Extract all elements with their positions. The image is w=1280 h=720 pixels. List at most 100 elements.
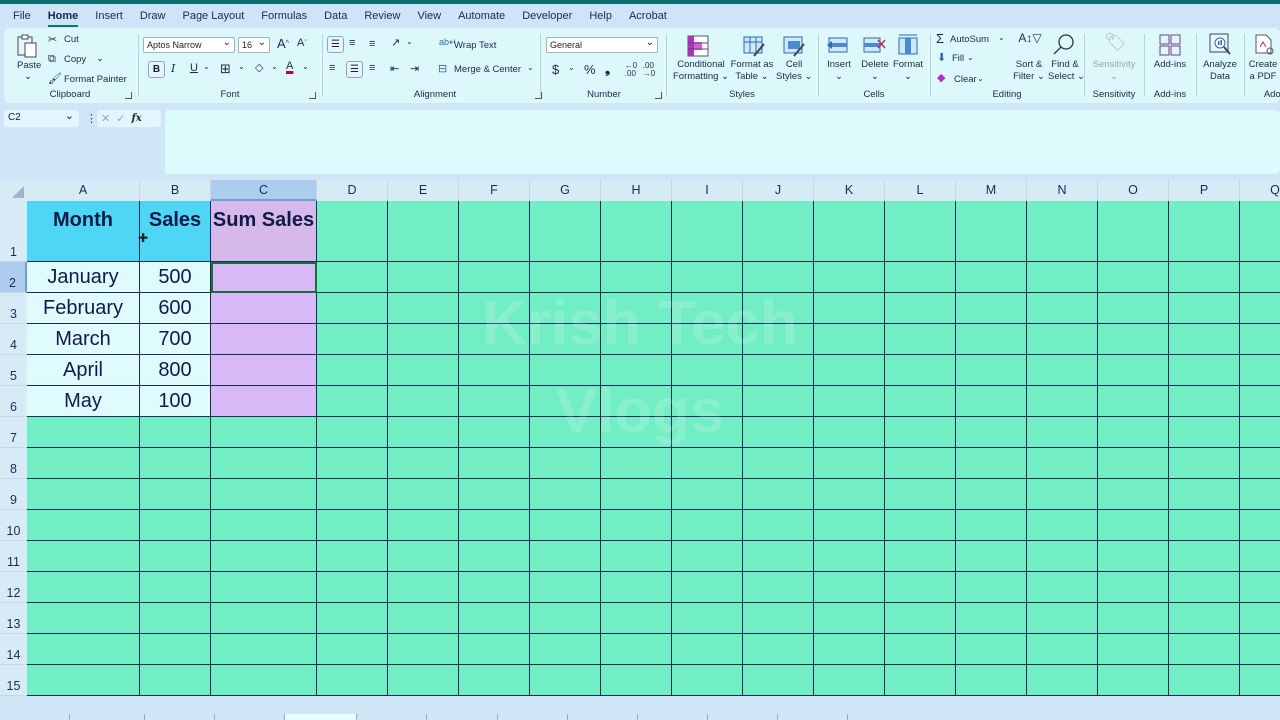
cell-c12[interactable] [211,572,317,603]
cell-b11[interactable] [140,541,211,572]
cell-p8[interactable] [1169,448,1240,479]
cell-g12[interactable] [530,572,601,603]
cell-m3[interactable] [956,293,1027,324]
cell-b10[interactable] [140,510,211,541]
font-color-dropdown-icon[interactable]: ⌄ [302,62,309,71]
cell-p1[interactable] [1169,201,1240,262]
cell-g1[interactable] [530,201,601,262]
cell-l1[interactable] [885,201,956,262]
cell-m13[interactable] [956,603,1027,634]
sheet-tab[interactable] [0,714,70,720]
menu-tab-home[interactable]: Home [47,5,78,27]
analyze-data-icon[interactable] [1208,32,1232,56]
cell-j14[interactable] [743,634,814,665]
cell-j5[interactable] [743,355,814,386]
clipboard-launcher-icon[interactable] [125,92,132,99]
cell-b2[interactable]: 500 [140,262,211,293]
cell-f12[interactable] [459,572,530,603]
column-header-g[interactable]: G [530,180,601,201]
cell-c9[interactable] [211,479,317,510]
cell-p2[interactable] [1169,262,1240,293]
font-color-icon[interactable]: A [286,60,293,72]
cell-g10[interactable] [530,510,601,541]
cell-n11[interactable] [1027,541,1098,572]
row-header-4[interactable]: 4 [0,324,27,355]
column-header-o[interactable]: O [1098,180,1169,201]
cell-m11[interactable] [956,541,1027,572]
cell-l9[interactable] [885,479,956,510]
cell-e6[interactable] [388,386,459,417]
cell-m8[interactable] [956,448,1027,479]
row-header-3[interactable]: 3 [0,293,27,324]
increase-decimal-icon[interactable]: ←0.00 [624,62,638,78]
row-header-8[interactable]: 8 [0,448,27,479]
cell-i12[interactable] [672,572,743,603]
cell-c4[interactable] [211,324,317,355]
paste-button[interactable]: Paste [17,60,41,71]
format-cells-button[interactable]: Format ⌄ [890,59,926,83]
row-header-13[interactable]: 13 [0,603,27,634]
cell-k13[interactable] [814,603,885,634]
cell-d7[interactable] [317,417,388,448]
cell-i10[interactable] [672,510,743,541]
cell-i4[interactable] [672,324,743,355]
cell-g15[interactable] [530,665,601,696]
increase-indent-icon[interactable]: ⇥ [410,62,419,75]
cell-m2[interactable] [956,262,1027,293]
cell-m10[interactable] [956,510,1027,541]
cell-a5[interactable]: April [27,355,140,386]
cell-k5[interactable] [814,355,885,386]
menu-tab-acrobat[interactable]: Acrobat [629,5,667,27]
cell-o15[interactable] [1098,665,1169,696]
cell-l12[interactable] [885,572,956,603]
cell-n4[interactable] [1027,324,1098,355]
cell-q6[interactable] [1240,386,1280,417]
fill-color-icon[interactable]: ◇ [255,61,263,74]
align-left-icon[interactable]: ≡ [329,62,335,74]
cell-p12[interactable] [1169,572,1240,603]
cell-e4[interactable] [388,324,459,355]
enter-icon[interactable]: ✓ [116,112,125,125]
cell-b3[interactable]: 600 [140,293,211,324]
cell-j6[interactable] [743,386,814,417]
cell-o14[interactable] [1098,634,1169,665]
cell-l3[interactable] [885,293,956,324]
cell-h5[interactable] [601,355,672,386]
align-right-icon[interactable]: ≡ [369,62,375,74]
conditional-formatting-icon[interactable] [686,34,710,58]
cell-e15[interactable] [388,665,459,696]
cell-l13[interactable] [885,603,956,634]
cell-k3[interactable] [814,293,885,324]
cell-p11[interactable] [1169,541,1240,572]
cell-a13[interactable] [27,603,140,634]
merge-center-icon[interactable]: ⊟ [438,62,447,75]
row-header-1[interactable]: 1 [0,201,27,262]
cell-f2[interactable] [459,262,530,293]
cell-i5[interactable] [672,355,743,386]
cell-j3[interactable] [743,293,814,324]
menu-tab-review[interactable]: Review [364,5,400,27]
row-header-9[interactable]: 9 [0,479,27,510]
cell-o5[interactable] [1098,355,1169,386]
cell-e13[interactable] [388,603,459,634]
cell-h8[interactable] [601,448,672,479]
cell-b1[interactable]: Sales [140,201,211,262]
cell-b5[interactable]: 800 [140,355,211,386]
merge-center-button[interactable]: Merge & Center [454,64,521,75]
cell-l15[interactable] [885,665,956,696]
menu-tab-draw[interactable]: Draw [140,5,166,27]
row-header-5[interactable]: 5 [0,355,27,386]
cell-n15[interactable] [1027,665,1098,696]
cell-j13[interactable] [743,603,814,634]
cell-p5[interactable] [1169,355,1240,386]
cell-q5[interactable] [1240,355,1280,386]
align-top-icon[interactable]: ☰ [327,36,344,53]
cell-q2[interactable] [1240,262,1280,293]
cell-k11[interactable] [814,541,885,572]
cell-n1[interactable] [1027,201,1098,262]
cell-g5[interactable] [530,355,601,386]
cell-m4[interactable] [956,324,1027,355]
cell-n2[interactable] [1027,262,1098,293]
cell-m7[interactable] [956,417,1027,448]
cell-d9[interactable] [317,479,388,510]
